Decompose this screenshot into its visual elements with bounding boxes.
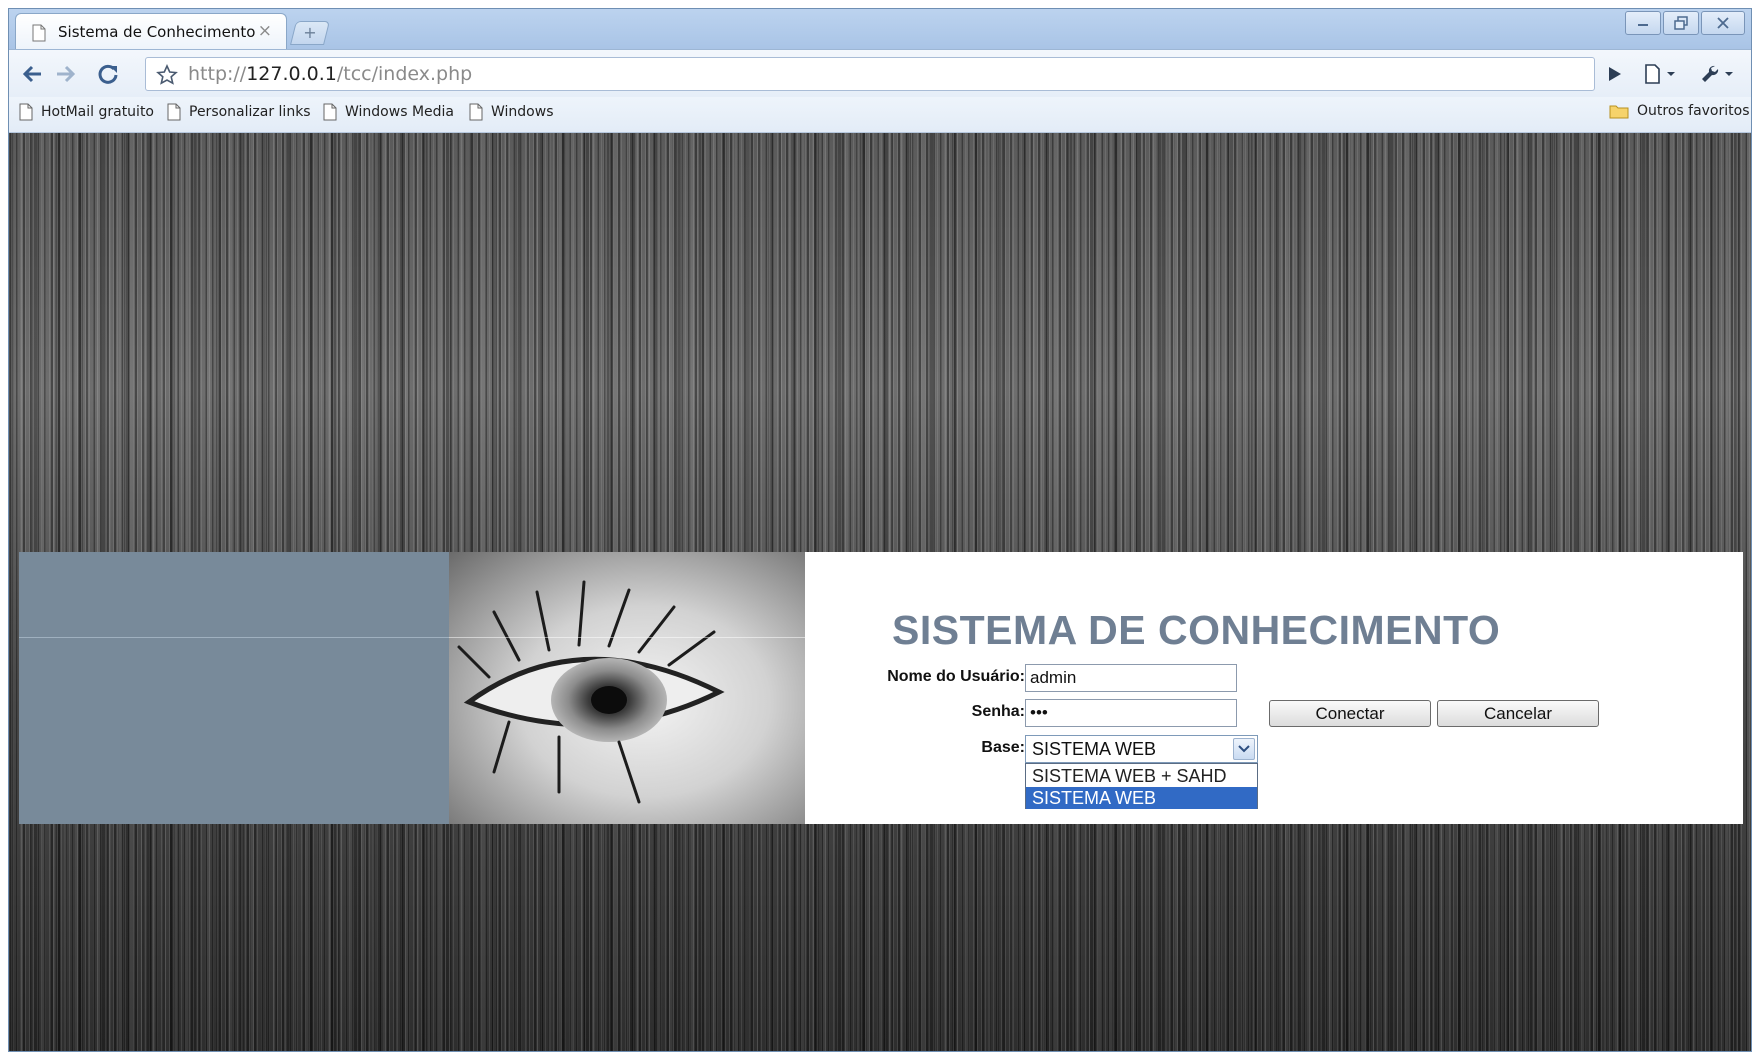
username-label: Nome do Usuário:	[887, 668, 1025, 685]
divider	[19, 637, 449, 638]
tab-close-icon[interactable]: ×	[258, 21, 272, 41]
reload-icon	[98, 64, 118, 84]
bookmark-hotmail[interactable]: HotMail gratuito	[19, 103, 154, 121]
page-viewport: SISTEMA DE CONHECIMENTO Nome do Usuário:…	[9, 133, 1751, 1051]
url-host: 127.0.0.1	[246, 63, 337, 85]
other-bookmarks[interactable]: Outros favoritos	[1609, 103, 1750, 119]
bookmark-label: HotMail gratuito	[41, 104, 154, 120]
base-selected-value: SISTEMA WEB	[1032, 739, 1157, 759]
url-scheme: http://	[188, 63, 247, 85]
connect-button[interactable]: Conectar	[1269, 700, 1431, 727]
go-button[interactable]	[1605, 60, 1623, 88]
plus-icon: +	[303, 23, 317, 42]
back-arrow-icon	[22, 65, 41, 83]
bookmarks-bar: HotMail gratuito Personalizar links Wind…	[9, 97, 1751, 133]
wrench-icon	[1702, 65, 1733, 82]
reload-button[interactable]	[93, 60, 123, 88]
divider	[449, 637, 805, 638]
bookmark-star-icon[interactable]	[156, 64, 178, 90]
chevron-down-icon[interactable]	[1233, 738, 1255, 760]
bookmark-windows-media[interactable]: Windows Media	[323, 103, 454, 121]
base-dropdown-list: SISTEMA WEB + SAHD SISTEMA WEB	[1025, 763, 1258, 809]
browser-tab[interactable]: Sistema de Conhecimento ×	[15, 13, 287, 49]
forward-arrow-icon	[57, 65, 76, 83]
bookmark-label: Windows Media	[345, 104, 454, 120]
play-icon	[1609, 67, 1621, 81]
folder-icon	[1609, 105, 1629, 119]
wrench-menu-button[interactable]	[1699, 60, 1737, 88]
base-label: Base:	[981, 739, 1025, 756]
window-controls	[1623, 11, 1745, 37]
page-icon	[19, 103, 33, 121]
title-bar: Sistema de Conhecimento × +	[9, 9, 1751, 49]
base-option-selected[interactable]: SISTEMA WEB	[1026, 787, 1257, 809]
username-field[interactable]: admin	[1025, 664, 1237, 692]
password-field[interactable]: •••	[1025, 699, 1237, 727]
forward-button[interactable]	[51, 60, 81, 88]
new-tab-button[interactable]: +	[290, 21, 330, 45]
url-text: http://127.0.0.1/tcc/index.php	[188, 63, 472, 85]
bookmark-label: Personalizar links	[189, 104, 311, 120]
back-button[interactable]	[17, 60, 47, 88]
restore-icon	[1674, 16, 1688, 30]
close-window-button[interactable]	[1701, 11, 1745, 35]
banner-left-panel	[19, 552, 449, 824]
browser-window: Sistema de Conhecimento × + http://127.0…	[8, 8, 1752, 1052]
page-icon	[323, 103, 337, 121]
browser-toolbar: http://127.0.0.1/tcc/index.php	[9, 49, 1751, 97]
page-icon	[469, 103, 483, 121]
bookmark-personalizar[interactable]: Personalizar links	[167, 103, 311, 121]
minimize-button[interactable]	[1625, 11, 1661, 35]
restore-button[interactable]	[1663, 11, 1699, 35]
login-banner: SISTEMA DE CONHECIMENTO Nome do Usuário:…	[19, 552, 1743, 824]
page-menu-button[interactable]	[1643, 60, 1677, 88]
eye-image	[449, 552, 805, 824]
tab-title: Sistema de Conhecimento	[58, 23, 256, 41]
url-path: /tcc/index.php	[336, 63, 473, 85]
bookmark-windows[interactable]: Windows	[469, 103, 554, 121]
other-bookmarks-label: Outros favoritos	[1637, 103, 1750, 119]
login-form: SISTEMA DE CONHECIMENTO Nome do Usuário:…	[805, 552, 1743, 824]
page-icon	[167, 103, 181, 121]
password-label: Senha:	[971, 703, 1025, 720]
address-bar[interactable]: http://127.0.0.1/tcc/index.php	[145, 57, 1595, 91]
page-icon	[32, 24, 46, 46]
base-option[interactable]: SISTEMA WEB + SAHD	[1026, 765, 1257, 787]
base-select[interactable]: SISTEMA WEB	[1025, 735, 1258, 763]
bookmark-label: Windows	[491, 104, 554, 120]
page-menu-icon	[1645, 64, 1675, 84]
close-icon	[1717, 17, 1729, 29]
cancel-button[interactable]: Cancelar	[1437, 700, 1599, 727]
page-title: SISTEMA DE CONHECIMENTO	[892, 607, 1501, 653]
minimize-icon	[1638, 24, 1648, 26]
